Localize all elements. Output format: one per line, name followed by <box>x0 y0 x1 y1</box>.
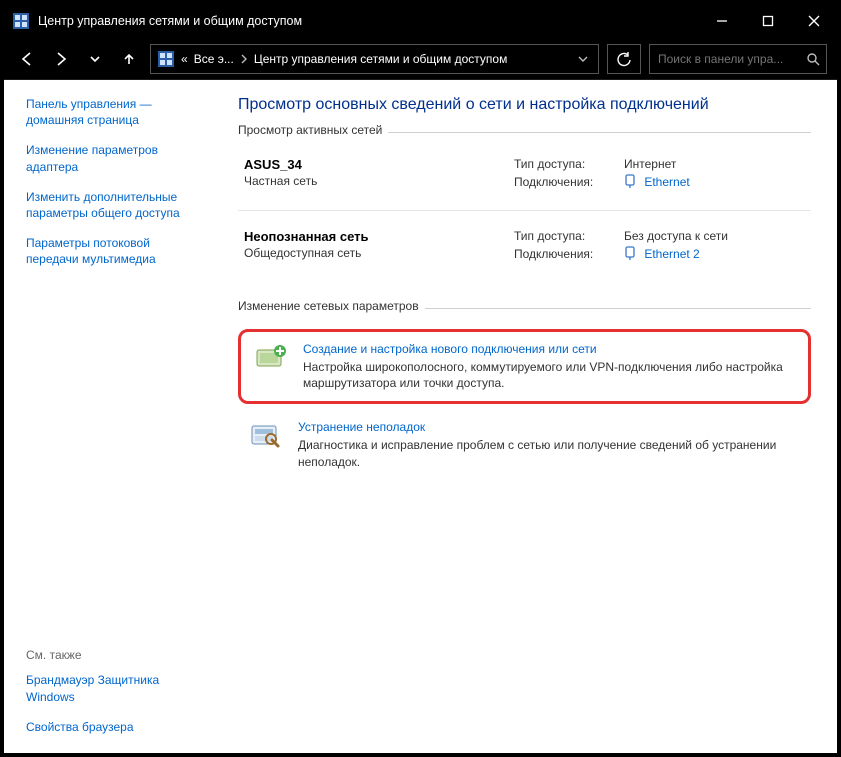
main-panel: Просмотр основных сведений о сети и наст… <box>210 80 837 753</box>
refresh-button[interactable] <box>607 44 641 74</box>
page-title: Просмотр основных сведений о сети и наст… <box>238 96 811 114</box>
sidebar-link-home[interactable]: Панель управления — домашняя страница <box>26 96 196 128</box>
breadcrumb-prefix: « <box>181 52 188 66</box>
task-troubleshoot[interactable]: Устранение неполадок Диагностика и испра… <box>238 412 811 477</box>
task-new-connection[interactable]: Создание и настройка нового подключения … <box>238 329 811 404</box>
window-controls <box>699 4 837 38</box>
sidebar-link-firewall[interactable]: Брандмауэр Защитника Windows <box>26 672 196 704</box>
sidebar-link-media[interactable]: Параметры потоковой передачи мультимедиа <box>26 235 196 267</box>
active-networks-group: Просмотр активных сетей ASUS_34 Частная … <box>238 132 811 282</box>
access-type-value: Без доступа к сети <box>624 229 728 243</box>
content-area: Панель управления — домашняя страница Из… <box>4 80 837 753</box>
task-troubleshoot-link[interactable]: Устранение неполадок <box>298 420 425 434</box>
up-button[interactable] <box>116 46 142 72</box>
navbar: « Все э... Центр управления сетями и общ… <box>4 38 837 80</box>
search-box[interactable] <box>649 44 827 74</box>
network-name: Неопознанная сеть <box>244 229 514 244</box>
connections-label: Подключения: <box>514 175 624 189</box>
connection-link[interactable]: Ethernet 2 <box>644 247 699 261</box>
see-also-label: См. также <box>26 648 196 662</box>
access-type-label: Тип доступа: <box>514 229 624 243</box>
close-button[interactable] <box>791 4 837 38</box>
sidebar: Панель управления — домашняя страница Из… <box>4 80 210 753</box>
control-panel-icon <box>157 50 175 68</box>
task-new-connection-desc: Настройка широкополосного, коммутируемог… <box>303 359 796 391</box>
window-title: Центр управления сетями и общим доступом <box>38 14 302 28</box>
task-new-connection-link[interactable]: Создание и настройка нового подключения … <box>303 342 597 356</box>
app-icon <box>12 12 30 30</box>
minimize-button[interactable] <box>699 4 745 38</box>
titlebar: Центр управления сетями и общим доступом <box>4 4 837 38</box>
network-name: ASUS_34 <box>244 157 514 172</box>
search-input[interactable] <box>656 51 806 67</box>
ethernet-icon <box>624 174 636 188</box>
network-row: Неопознанная сеть Общедоступная сеть Тип… <box>238 210 811 282</box>
maximize-button[interactable] <box>745 4 791 38</box>
new-connection-icon <box>253 344 289 374</box>
recent-dropdown[interactable] <box>82 46 108 72</box>
change-settings-legend: Изменение сетевых параметров <box>238 299 425 313</box>
breadcrumb-1[interactable]: Все э... <box>194 52 234 66</box>
change-settings-group: Изменение сетевых параметров Создание <box>238 308 811 478</box>
ethernet-icon <box>624 246 636 260</box>
access-type-value: Интернет <box>624 157 676 171</box>
network-type: Частная сеть <box>244 174 514 188</box>
forward-button[interactable] <box>48 46 74 72</box>
address-dropdown[interactable] <box>574 54 592 64</box>
troubleshoot-icon <box>248 422 284 452</box>
sidebar-link-adapter[interactable]: Изменение параметров адаптера <box>26 142 196 174</box>
connection-link[interactable]: Ethernet <box>644 175 689 189</box>
breadcrumb-2[interactable]: Центр управления сетями и общим доступом <box>254 52 508 66</box>
active-networks-legend: Просмотр активных сетей <box>238 123 388 137</box>
back-button[interactable] <box>14 46 40 72</box>
breadcrumb-sep <box>240 54 248 64</box>
network-type: Общедоступная сеть <box>244 246 514 260</box>
connections-label: Подключения: <box>514 247 624 261</box>
sidebar-link-browser[interactable]: Свойства браузера <box>26 719 196 735</box>
access-type-label: Тип доступа: <box>514 157 624 171</box>
search-icon <box>806 52 820 66</box>
sidebar-link-sharing[interactable]: Изменить дополнительные параметры общего… <box>26 189 196 221</box>
address-bar[interactable]: « Все э... Центр управления сетями и общ… <box>150 44 599 74</box>
network-row: ASUS_34 Частная сеть Тип доступа: Интерн… <box>238 153 811 210</box>
task-troubleshoot-desc: Диагностика и исправление проблем с сеть… <box>298 437 801 469</box>
